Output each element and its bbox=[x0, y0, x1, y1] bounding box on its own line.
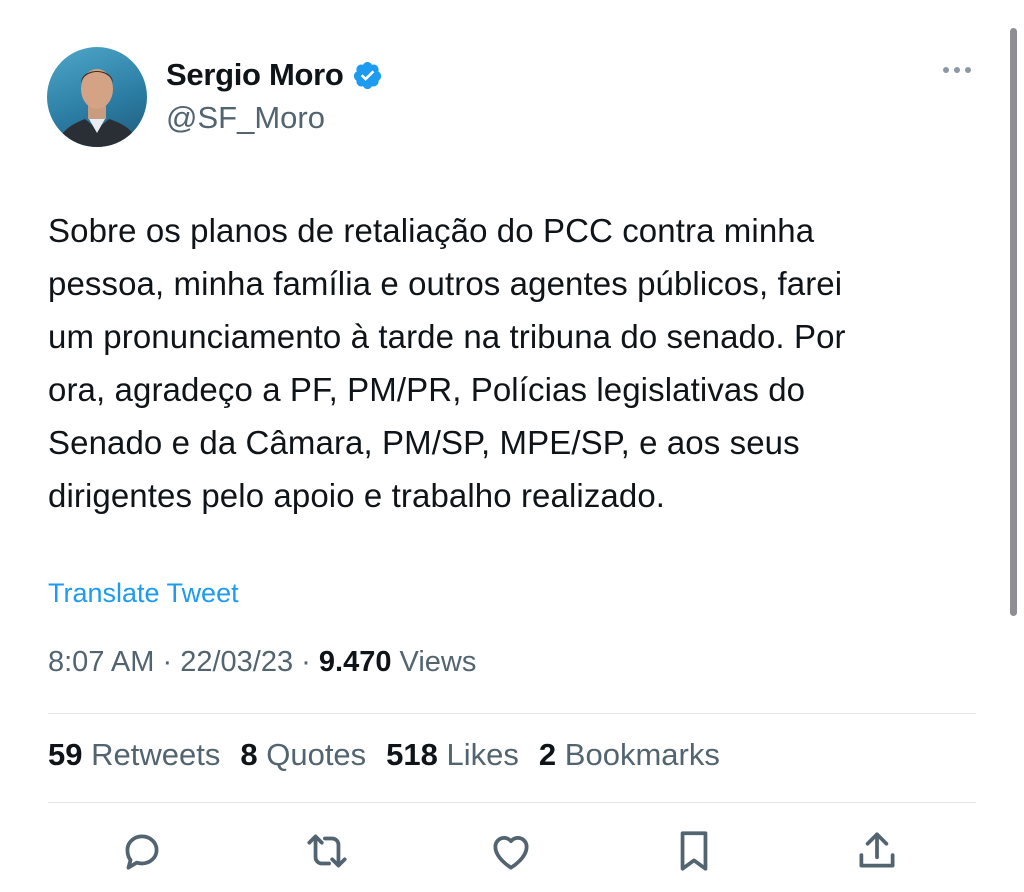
tweet-header: Sergio Moro @SF_Moro bbox=[47, 47, 977, 149]
divider bbox=[48, 802, 976, 803]
meta-separator-2: · bbox=[301, 646, 311, 678]
profile-photo-icon bbox=[55, 69, 139, 147]
retweets-label: Retweets bbox=[91, 737, 221, 772]
tweet-date: 22/03/23 bbox=[180, 646, 294, 678]
tweet-text: Sobre os planos de retaliação do PCC con… bbox=[48, 212, 846, 514]
meta-separator: · bbox=[162, 646, 173, 678]
share-icon[interactable] bbox=[852, 826, 902, 876]
bookmarks-stat[interactable]: 2 Bookmarks bbox=[539, 737, 720, 773]
views-count: 9.470 bbox=[318, 646, 392, 678]
like-icon[interactable] bbox=[486, 826, 536, 876]
avatar[interactable] bbox=[47, 47, 147, 147]
bookmark-icon[interactable] bbox=[669, 826, 719, 876]
tweet-stats: 59 Retweets 8 Quotes 518 Likes 2 Bookmar… bbox=[48, 737, 720, 773]
retweets-count: 59 bbox=[48, 737, 83, 772]
tweet-time: 8:07 AM bbox=[48, 646, 155, 678]
bookmarks-label: Bookmarks bbox=[564, 737, 720, 772]
translate-tweet-link[interactable]: Translate Tweet bbox=[48, 578, 239, 609]
likes-count: 518 bbox=[386, 737, 438, 772]
action-bar bbox=[0, 826, 1024, 882]
more-options-icon[interactable] bbox=[943, 67, 971, 73]
divider bbox=[48, 713, 976, 714]
views-label: Views bbox=[399, 646, 477, 678]
user-handle[interactable]: @SF_Moro bbox=[166, 100, 325, 136]
likes-stat[interactable]: 518 Likes bbox=[386, 737, 519, 773]
display-name[interactable]: Sergio Moro bbox=[166, 57, 344, 93]
likes-label: Likes bbox=[446, 737, 519, 772]
retweets-stat[interactable]: 59 Retweets bbox=[48, 737, 220, 773]
quotes-label: Quotes bbox=[266, 737, 367, 772]
bookmarks-count: 2 bbox=[538, 737, 557, 772]
retweet-icon[interactable] bbox=[302, 826, 352, 876]
quotes-stat[interactable]: 8 Quotes bbox=[240, 737, 366, 773]
tweet-meta: 8:07 AM · 22/03/23 · 9.470 Views bbox=[48, 646, 476, 679]
scrollbar[interactable] bbox=[1010, 28, 1017, 616]
verified-badge-icon bbox=[353, 61, 381, 89]
quotes-count: 8 bbox=[240, 737, 258, 772]
reply-icon[interactable] bbox=[117, 826, 167, 876]
